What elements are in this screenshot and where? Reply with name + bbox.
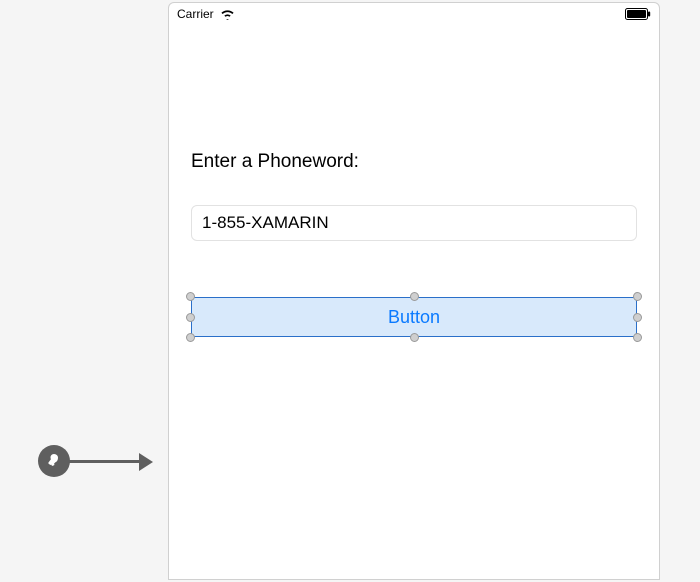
wifi-icon — [220, 9, 235, 20]
status-left: Carrier — [177, 7, 235, 21]
resize-handle-top-left[interactable] — [186, 292, 195, 301]
status-bar: Carrier — [169, 3, 659, 25]
resize-handle-bottom-left[interactable] — [186, 333, 195, 342]
phoneword-input[interactable] — [191, 205, 637, 241]
resize-handle-top-center[interactable] — [410, 292, 419, 301]
content-area: Enter a Phoneword: Button — [169, 151, 659, 337]
button-label: Button — [388, 307, 440, 328]
translate-button[interactable]: Button — [191, 297, 637, 337]
carrier-label: Carrier — [177, 7, 214, 21]
resize-handle-bottom-right[interactable] — [633, 333, 642, 342]
button-selection-wrap: Button — [191, 297, 637, 337]
phoneword-label: Enter a Phoneword: — [191, 151, 637, 173]
resize-handle-middle-right[interactable] — [633, 313, 642, 322]
arrow-icon — [69, 460, 139, 463]
resize-handle-top-right[interactable] — [633, 292, 642, 301]
resize-handle-bottom-center[interactable] — [410, 333, 419, 342]
device-frame: Carrier Enter a Phoneword: Button — [168, 2, 660, 580]
drag-hint — [38, 445, 139, 477]
battery-icon — [625, 8, 651, 20]
resize-handle-middle-left[interactable] — [186, 313, 195, 322]
action-icon — [38, 445, 70, 477]
